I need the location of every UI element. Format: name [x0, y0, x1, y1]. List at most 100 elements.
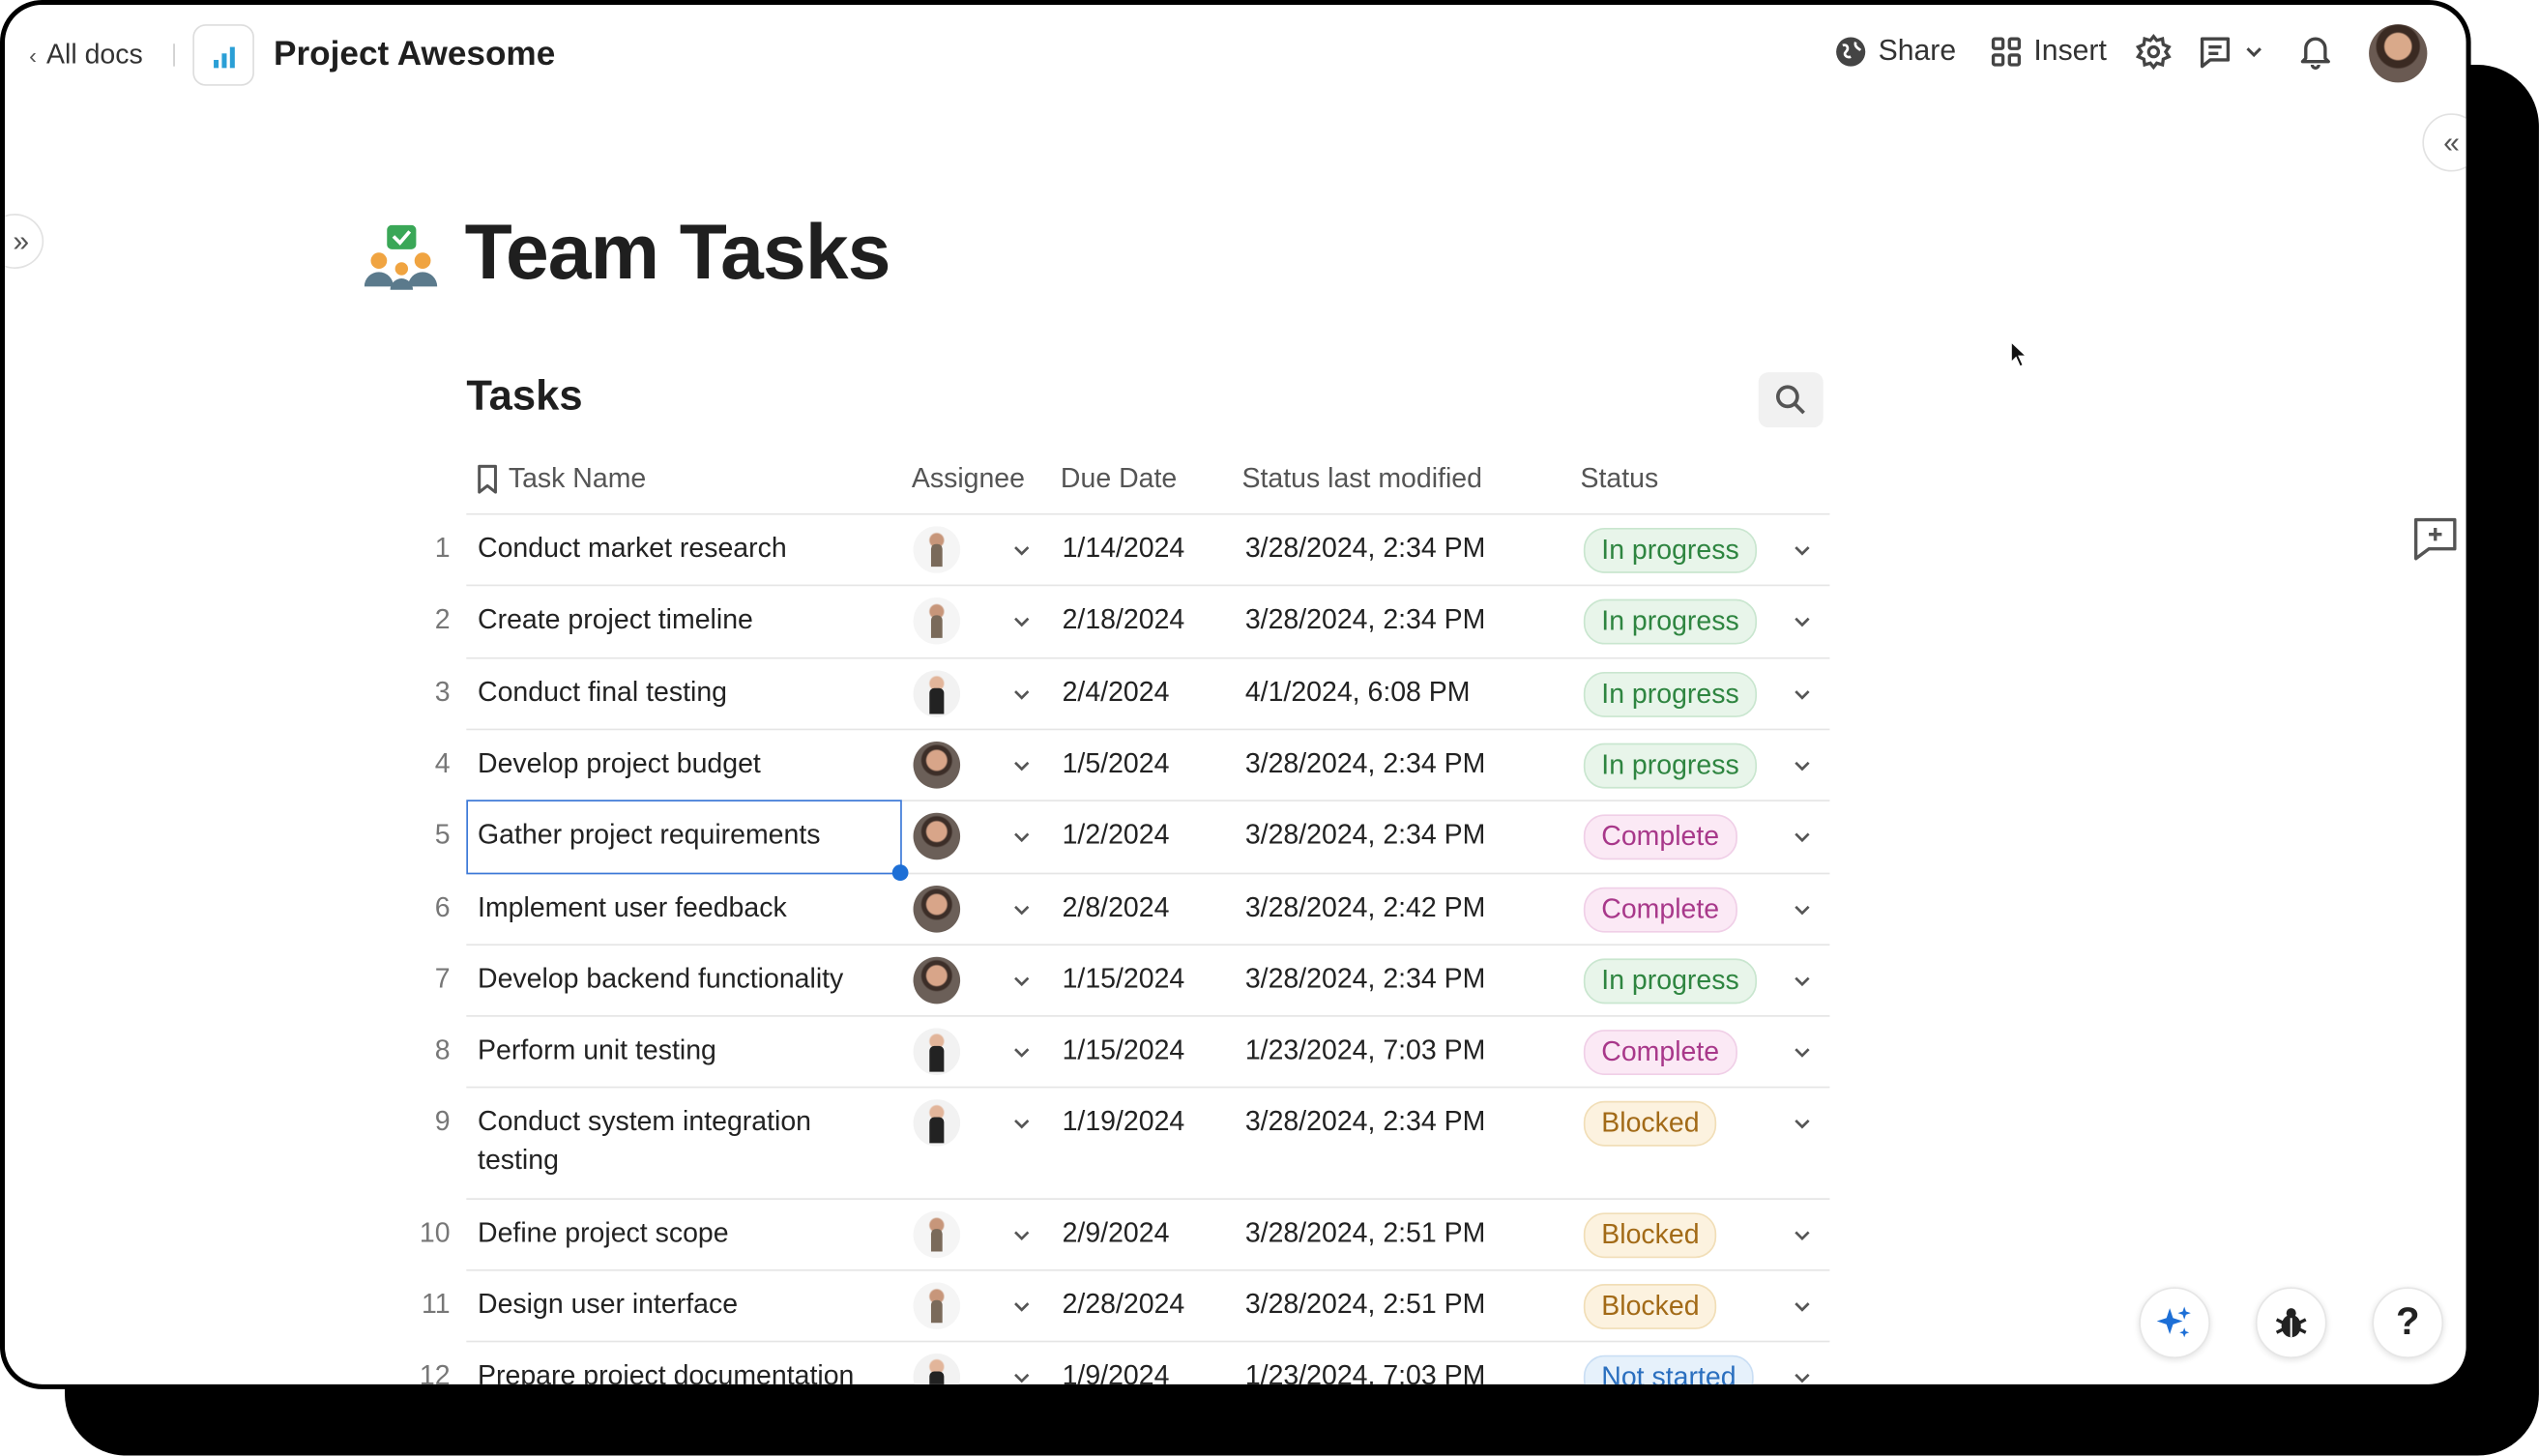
- task-name-cell[interactable]: Conduct final testing: [478, 674, 874, 713]
- chevron-down-icon[interactable]: [1793, 900, 1812, 919]
- assignee-avatar[interactable]: [913, 526, 961, 573]
- status-badge[interactable]: Not started: [1583, 1354, 1754, 1384]
- chevron-down-icon[interactable]: [1012, 1114, 1032, 1133]
- column-header-assignee[interactable]: Assignee: [912, 463, 1025, 495]
- chevron-down-icon[interactable]: [1012, 828, 1032, 847]
- column-header-status-modified[interactable]: Status last modified: [1241, 463, 1481, 495]
- add-comment-icon[interactable]: [2409, 513, 2462, 562]
- assignee-avatar[interactable]: [913, 956, 961, 1005]
- assignee-avatar[interactable]: [913, 742, 961, 789]
- task-name-cell[interactable]: Create project timeline: [478, 600, 874, 639]
- chevron-down-icon[interactable]: [2244, 43, 2263, 62]
- chevron-down-icon[interactable]: [1012, 972, 1032, 991]
- assignee-avatar[interactable]: [913, 1028, 961, 1076]
- insert-button[interactable]: Insert: [1990, 34, 2107, 68]
- assignee-avatar[interactable]: [913, 1099, 961, 1147]
- help-icon[interactable]: ?: [2372, 1287, 2444, 1359]
- status-badge[interactable]: Complete: [1583, 887, 1737, 933]
- status-modified-cell: 3/28/2024, 2:34 PM: [1244, 747, 1486, 779]
- chevron-down-icon[interactable]: [1793, 1043, 1812, 1063]
- chevron-down-icon[interactable]: [1012, 900, 1032, 919]
- status-badge[interactable]: In progress: [1583, 598, 1758, 645]
- chevron-down-icon[interactable]: [1012, 1296, 1032, 1316]
- comments-button[interactable]: [2198, 34, 2264, 70]
- status-badge[interactable]: Complete: [1583, 814, 1737, 860]
- chevron-down-icon[interactable]: [1793, 1296, 1812, 1316]
- comment-icon: [2200, 37, 2231, 69]
- chevron-down-icon[interactable]: [1793, 1226, 1812, 1245]
- task-name-cell[interactable]: Conduct market research: [478, 530, 874, 568]
- chevron-down-icon[interactable]: [1793, 1114, 1812, 1133]
- column-header-due-date[interactable]: Due Date: [1061, 463, 1177, 495]
- user-avatar[interactable]: [2369, 24, 2428, 83]
- chevron-down-icon[interactable]: [1793, 540, 1812, 560]
- chevron-down-icon[interactable]: [1793, 1368, 1812, 1387]
- bug-report-button[interactable]: [2255, 1287, 2327, 1359]
- ai-assistant-button[interactable]: [2139, 1287, 2210, 1359]
- chevron-down-icon[interactable]: [1793, 612, 1812, 631]
- due-date-cell[interactable]: 1/14/2024: [1063, 533, 1185, 565]
- assignee-avatar[interactable]: [913, 597, 961, 645]
- doc-title[interactable]: Project Awesome: [274, 36, 555, 74]
- status-badge[interactable]: Complete: [1583, 1030, 1737, 1076]
- fill-handle[interactable]: [891, 864, 909, 882]
- due-date-cell[interactable]: 1/5/2024: [1063, 748, 1170, 780]
- chevron-down-icon[interactable]: [1793, 972, 1812, 991]
- task-name-cell[interactable]: Define project scope: [478, 1214, 874, 1253]
- chevron-down-icon[interactable]: [1793, 828, 1812, 847]
- notifications-button[interactable]: [2299, 34, 2331, 70]
- due-date-cell[interactable]: 2/8/2024: [1063, 892, 1170, 924]
- page-title[interactable]: Team Tasks: [465, 209, 891, 298]
- double-chevron-right-icon[interactable]: »: [5, 214, 44, 270]
- assignee-avatar[interactable]: [913, 886, 961, 933]
- chevron-down-icon[interactable]: [1012, 756, 1032, 775]
- status-badge[interactable]: Blocked: [1583, 1212, 1717, 1259]
- chevron-down-icon[interactable]: [1793, 756, 1812, 775]
- due-date-cell[interactable]: 1/15/2024: [1063, 1034, 1185, 1066]
- due-date-cell[interactable]: 1/15/2024: [1063, 963, 1185, 995]
- assignee-avatar[interactable]: [913, 670, 961, 717]
- column-header-task-name[interactable]: Task Name: [476, 463, 646, 495]
- task-name-cell[interactable]: Perform unit testing: [478, 1032, 874, 1070]
- task-name-cell[interactable]: Develop project budget: [478, 744, 874, 783]
- status-badge[interactable]: Blocked: [1583, 1100, 1717, 1147]
- task-name-cell[interactable]: Implement user feedback: [478, 888, 874, 927]
- status-badge[interactable]: In progress: [1583, 743, 1758, 789]
- status-badge[interactable]: In progress: [1583, 527, 1758, 573]
- due-date-cell[interactable]: 2/18/2024: [1063, 604, 1185, 636]
- status-badge[interactable]: In progress: [1583, 672, 1758, 717]
- task-name-cell[interactable]: Prepare project documentation: [478, 1356, 874, 1384]
- settings-button[interactable]: [2135, 34, 2172, 71]
- status-badge[interactable]: In progress: [1583, 958, 1758, 1005]
- doc-chart-icon[interactable]: [192, 24, 254, 86]
- share-button[interactable]: Share: [1834, 34, 1956, 68]
- assignee-avatar[interactable]: [913, 1210, 961, 1259]
- table-title[interactable]: Tasks: [466, 371, 582, 422]
- chevron-down-icon[interactable]: [1012, 540, 1032, 560]
- status-modified-cell: 3/28/2024, 2:34 PM: [1244, 532, 1486, 564]
- due-date-cell[interactable]: 1/9/2024: [1063, 1360, 1170, 1384]
- due-date-cell[interactable]: 1/19/2024: [1063, 1106, 1185, 1138]
- chevron-down-icon[interactable]: [1012, 612, 1032, 631]
- chevron-down-icon[interactable]: [1012, 684, 1032, 704]
- double-chevron-left-icon[interactable]: «: [2422, 113, 2466, 172]
- due-date-cell[interactable]: 2/9/2024: [1063, 1217, 1170, 1249]
- table-search-button[interactable]: [1758, 372, 1824, 428]
- task-name-cell[interactable]: Design user interface: [478, 1286, 874, 1325]
- due-date-cell[interactable]: 2/28/2024: [1063, 1289, 1185, 1321]
- chevron-down-icon[interactable]: [1793, 684, 1812, 704]
- assignee-avatar[interactable]: [913, 1282, 961, 1329]
- all-docs-link[interactable]: ‹ All docs: [29, 39, 143, 71]
- column-header-status[interactable]: Status: [1581, 463, 1659, 495]
- status-modified-cell: 3/28/2024, 2:34 PM: [1244, 603, 1486, 635]
- chevron-down-icon[interactable]: [1012, 1226, 1032, 1245]
- due-date-cell[interactable]: 1/2/2024: [1063, 819, 1170, 851]
- chevron-down-icon[interactable]: [1012, 1043, 1032, 1063]
- due-date-cell[interactable]: 2/4/2024: [1063, 677, 1170, 709]
- status-badge[interactable]: Blocked: [1583, 1284, 1717, 1329]
- insert-label: Insert: [2033, 34, 2107, 67]
- assignee-avatar[interactable]: [913, 812, 961, 860]
- task-name-cell[interactable]: Develop backend functionality: [478, 960, 874, 999]
- chevron-down-icon[interactable]: [1012, 1368, 1032, 1387]
- task-name-cell[interactable]: Conduct system integration testing: [478, 1102, 874, 1179]
